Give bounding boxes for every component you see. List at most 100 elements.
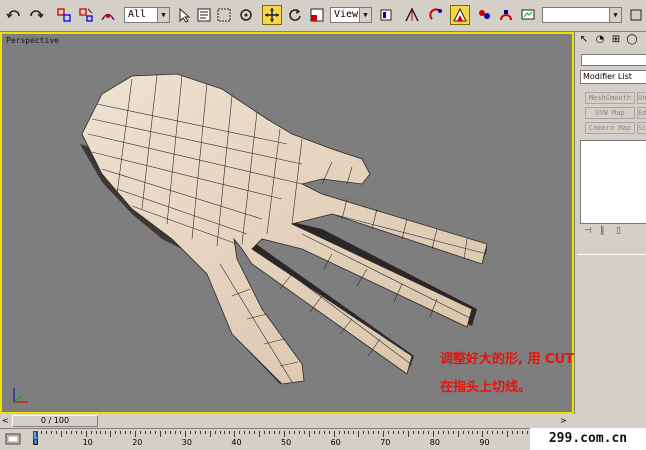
trackbar-tick xyxy=(60,431,62,437)
window-crossing-icon[interactable] xyxy=(236,5,256,25)
trackbar-tick xyxy=(288,431,290,434)
trackbar-tick xyxy=(447,431,449,434)
command-panel-tabs: ↖ ◔ ⊞ ◯ xyxy=(577,34,646,50)
select-object-icon[interactable] xyxy=(174,5,194,25)
bind-spacewarp-icon[interactable] xyxy=(98,5,118,25)
show-end-result-icon[interactable]: ‖ xyxy=(600,226,605,236)
object-name-field[interactable] xyxy=(581,54,646,66)
select-by-name-icon[interactable] xyxy=(194,5,214,25)
trackbar-tick xyxy=(408,431,409,437)
time-slider[interactable]: < 0 / 100 > xyxy=(0,414,574,428)
trackbar-tick xyxy=(120,431,122,434)
trackbar-tick xyxy=(293,431,295,434)
quick-render-icon[interactable] xyxy=(518,5,538,25)
trackbar-tick xyxy=(348,431,350,434)
trackbar-tick xyxy=(338,431,340,434)
trackbar-tick xyxy=(442,431,444,434)
trackbar-tick xyxy=(427,431,429,434)
trackbar-tick xyxy=(219,431,221,434)
material-editor-icon[interactable] xyxy=(474,5,494,25)
unlink-icon[interactable] xyxy=(76,5,96,25)
trackbar-tick xyxy=(308,431,310,437)
move-icon[interactable] xyxy=(262,5,282,25)
trackbar-tick xyxy=(244,431,246,434)
trackbar-tick xyxy=(249,431,251,434)
align-icon[interactable] xyxy=(426,5,446,25)
trackbar-tick xyxy=(199,431,201,434)
trackbar-tick xyxy=(492,431,494,434)
render-scene-icon[interactable] xyxy=(496,5,516,25)
undo-icon[interactable] xyxy=(4,5,24,25)
modifier-stack[interactable] xyxy=(580,140,646,224)
uvw-map-button[interactable]: UVW Map xyxy=(585,107,635,119)
trackbar-tick xyxy=(318,431,320,434)
trackbar-tick xyxy=(284,431,285,437)
trackbar-tick xyxy=(497,431,499,434)
trackbar-tick xyxy=(363,431,365,434)
trackbar-tick xyxy=(105,431,107,434)
meshsmooth-button[interactable]: MeshSmooth xyxy=(585,92,635,104)
rotate-icon[interactable] xyxy=(285,5,305,25)
trackbar-tick xyxy=(502,431,504,434)
pin-stack-icon[interactable]: ⊣ xyxy=(584,226,592,236)
trackbar-tick xyxy=(140,431,142,434)
trackbar-tick-label: 10 xyxy=(82,438,93,447)
trackbar-tick xyxy=(179,431,181,434)
select-link-icon[interactable] xyxy=(54,5,74,25)
pivot-icon[interactable] xyxy=(376,5,396,25)
modifier-button-partial-3[interactable]: Sc xyxy=(637,122,646,134)
trackbar-tick xyxy=(462,431,464,434)
next-frame-icon[interactable]: > xyxy=(560,416,570,426)
trackbar-tick xyxy=(189,431,191,434)
trackbar-tick xyxy=(229,431,231,434)
trackbar-tick-label: 30 xyxy=(181,438,192,447)
trackbar-tick-label: 90 xyxy=(479,438,490,447)
trackbar-tick xyxy=(274,431,276,434)
trackbar-tick xyxy=(259,431,261,437)
trackbar-tick xyxy=(80,431,82,434)
trackbar-tick xyxy=(269,431,271,434)
curve-editor-icon[interactable] xyxy=(450,5,470,25)
trackbar-tick xyxy=(45,431,47,434)
trackbar-key-icon xyxy=(5,433,21,445)
hierarchy-tab-icon[interactable]: ⊞ xyxy=(609,34,623,50)
perspective-viewport[interactable]: Perspective 调整好大的形, 用 CUT 在指头上切线。 xyxy=(0,32,574,414)
trackbar-tick xyxy=(328,431,330,434)
modifier-button-partial-2[interactable]: Ed xyxy=(637,107,646,119)
trackbar-tick xyxy=(194,431,196,434)
trackbar-tick xyxy=(417,431,419,434)
trackbar-tick xyxy=(85,431,87,437)
trackbar-tick-label: 20 xyxy=(132,438,143,447)
chevron-down-icon: ▼ xyxy=(359,8,371,22)
trackbar-tick xyxy=(403,431,405,434)
trackbar-tick xyxy=(383,431,385,437)
make-unique-icon[interactable]: ▯ xyxy=(616,226,621,236)
trackbar-tick xyxy=(36,431,37,437)
trackbar-tick xyxy=(50,431,52,434)
modify-tab-icon[interactable]: ◔ xyxy=(593,34,607,50)
trackbar-tick xyxy=(75,431,77,434)
time-slider-thumb[interactable]: 0 / 100 xyxy=(12,415,98,427)
trackbar-tick xyxy=(100,431,102,434)
prev-frame-icon[interactable]: < xyxy=(2,416,10,426)
trackbar-tick xyxy=(343,431,345,434)
redo-icon[interactable] xyxy=(26,5,46,25)
extra-toolbar-icon[interactable] xyxy=(626,5,646,25)
trackbar-tick xyxy=(393,431,395,434)
rect-selection-icon[interactable] xyxy=(214,5,234,25)
modifier-list-dropdown[interactable]: Modifier List xyxy=(580,70,646,84)
selection-filter-value: All xyxy=(128,9,147,20)
named-selection-dropdown[interactable]: ▼ xyxy=(542,7,622,23)
camera-map-button[interactable]: Camera Map xyxy=(585,122,635,134)
trackbar-tick xyxy=(388,431,390,434)
watermark: 299.com.cn xyxy=(530,428,646,450)
mirror-icon[interactable] xyxy=(402,5,422,25)
modifier-button-partial-1[interactable]: Un xyxy=(637,92,646,104)
motion-tab-icon[interactable]: ◯ xyxy=(625,34,639,50)
selection-filter-dropdown[interactable]: All ▼ xyxy=(124,7,170,23)
create-tab-icon[interactable]: ↖ xyxy=(577,34,591,50)
axis-tripod-icon xyxy=(13,388,28,403)
reference-coord-dropdown[interactable]: View ▼ xyxy=(330,7,372,23)
trackbar-tick-label: 50 xyxy=(281,438,292,447)
scale-icon[interactable] xyxy=(307,5,327,25)
